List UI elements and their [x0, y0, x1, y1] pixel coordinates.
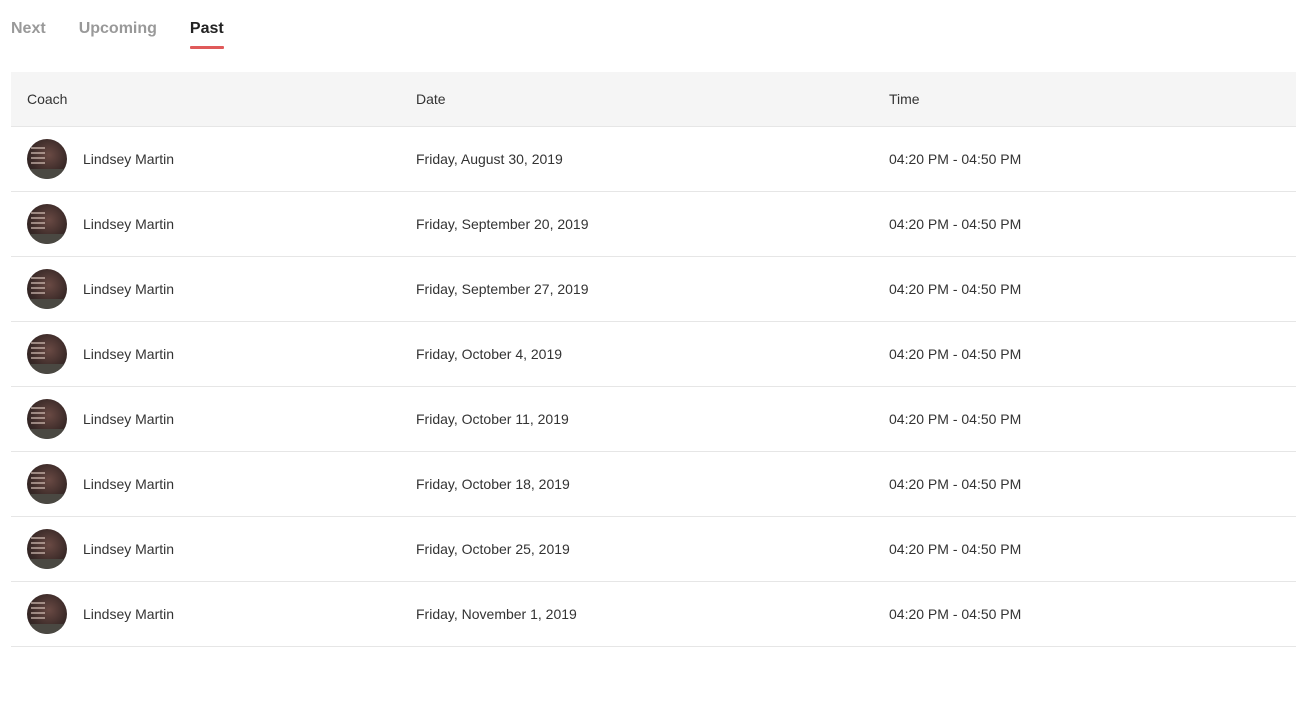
coach-name: Lindsey Martin	[83, 151, 175, 167]
coach-cell: Lindsey Martin	[11, 529, 416, 569]
coach-cell: Lindsey Martin	[11, 399, 416, 439]
session-date: Friday, October 11, 2019	[416, 411, 569, 427]
session-time: 04:20 PM - 04:50 PM	[889, 151, 1022, 167]
coach-name: Lindsey Martin	[83, 216, 175, 232]
avatar	[27, 399, 67, 439]
session-date: Friday, November 1, 2019	[416, 606, 577, 622]
tab-upcoming[interactable]: Upcoming	[79, 18, 157, 50]
table-row[interactable]: Lindsey Martin Friday, October 18, 2019 …	[11, 452, 1296, 517]
table-row[interactable]: Lindsey Martin Friday, August 30, 2019 0…	[11, 127, 1296, 192]
session-time: 04:20 PM - 04:50 PM	[889, 216, 1022, 232]
table-row[interactable]: Lindsey Martin Friday, October 4, 2019 0…	[11, 322, 1296, 387]
coach-name: Lindsey Martin	[83, 476, 175, 492]
session-time: 04:20 PM - 04:50 PM	[889, 541, 1022, 557]
coach-cell: Lindsey Martin	[11, 204, 416, 244]
coach-name: Lindsey Martin	[83, 606, 175, 622]
coach-cell: Lindsey Martin	[11, 594, 416, 634]
table-body: Lindsey Martin Friday, August 30, 2019 0…	[11, 127, 1296, 647]
session-time: 04:20 PM - 04:50 PM	[889, 476, 1022, 492]
tab-past[interactable]: Past	[189, 18, 224, 50]
session-date: Friday, October 4, 2019	[416, 346, 563, 362]
session-time: 04:20 PM - 04:50 PM	[889, 281, 1022, 297]
avatar	[27, 139, 67, 179]
avatar	[27, 269, 67, 309]
table-row[interactable]: Lindsey Martin Friday, September 20, 201…	[11, 192, 1296, 257]
coach-name: Lindsey Martin	[83, 411, 175, 427]
session-date: Friday, September 27, 2019	[416, 281, 589, 297]
coach-cell: Lindsey Martin	[11, 334, 416, 374]
session-date: Friday, October 18, 2019	[416, 476, 570, 492]
coach-cell: Lindsey Martin	[11, 139, 416, 179]
table-row[interactable]: Lindsey Martin Friday, October 25, 2019 …	[11, 517, 1296, 582]
header-date: Date	[416, 91, 446, 107]
session-time: 04:20 PM - 04:50 PM	[889, 606, 1022, 622]
session-date: Friday, September 20, 2019	[416, 216, 589, 232]
avatar	[27, 529, 67, 569]
session-tabs: Next Upcoming Past	[11, 18, 257, 50]
header-time: Time	[889, 91, 920, 107]
sessions-table: Coach Date Time Lindsey Martin Friday, A…	[11, 72, 1296, 647]
table-row[interactable]: Lindsey Martin Friday, November 1, 2019 …	[11, 582, 1296, 647]
coach-name: Lindsey Martin	[83, 281, 175, 297]
coach-cell: Lindsey Martin	[11, 269, 416, 309]
tab-next[interactable]: Next	[11, 18, 46, 50]
session-time: 04:20 PM - 04:50 PM	[889, 411, 1022, 427]
session-date: Friday, October 25, 2019	[416, 541, 570, 557]
coach-name: Lindsey Martin	[83, 346, 175, 362]
coach-name: Lindsey Martin	[83, 541, 175, 557]
session-date: Friday, August 30, 2019	[416, 151, 563, 167]
avatar	[27, 594, 67, 634]
avatar	[27, 464, 67, 504]
table-row[interactable]: Lindsey Martin Friday, September 27, 201…	[11, 257, 1296, 322]
table-row[interactable]: Lindsey Martin Friday, October 11, 2019 …	[11, 387, 1296, 452]
coach-cell: Lindsey Martin	[11, 464, 416, 504]
avatar	[27, 204, 67, 244]
session-time: 04:20 PM - 04:50 PM	[889, 346, 1022, 362]
header-coach: Coach	[27, 91, 68, 107]
table-header: Coach Date Time	[11, 72, 1296, 127]
avatar	[27, 334, 67, 374]
